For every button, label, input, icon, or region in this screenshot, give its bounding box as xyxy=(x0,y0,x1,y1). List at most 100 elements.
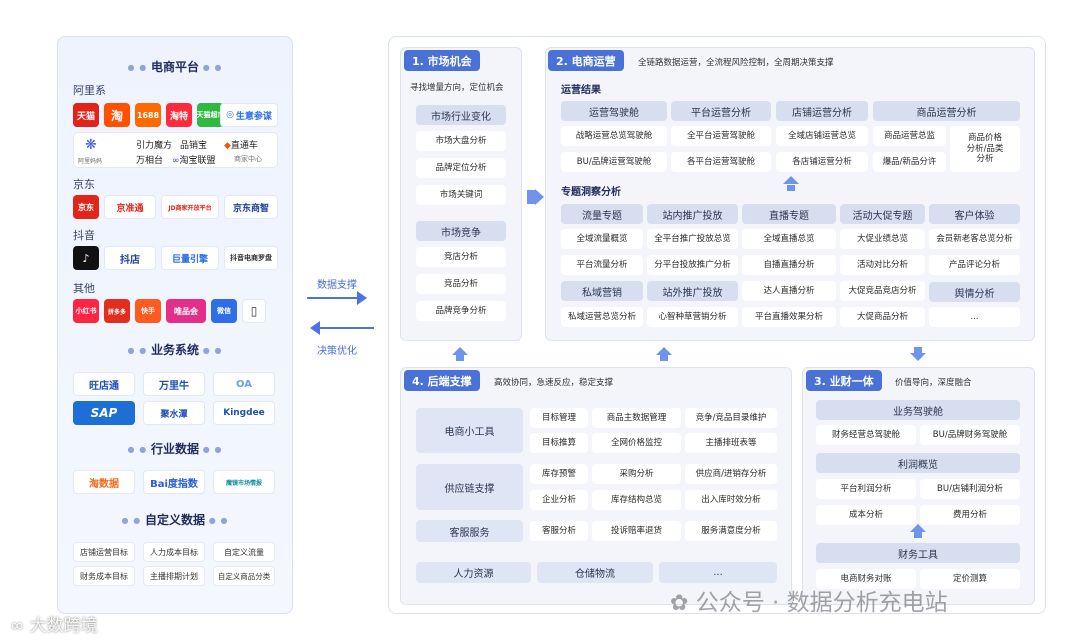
insight-cell: 产品评论分析 xyxy=(929,255,1020,275)
backend-cell: 企业分析 xyxy=(530,490,588,510)
competition-item: 品牌竞争分析 xyxy=(416,301,506,321)
ecommerce-title: ● ● 电商平台 ● ● xyxy=(127,60,223,74)
competition-item: 竞店分析 xyxy=(416,247,506,267)
down-arrow-icon xyxy=(910,353,926,361)
pinduoduo-logo: 拼多多 xyxy=(104,299,130,323)
market-competition-header: 市场竞争 xyxy=(416,221,506,241)
results-header: 平台运营分析 xyxy=(671,101,771,121)
insight-cell: 平台流量分析 xyxy=(561,255,643,275)
baidu-index-logo: Bai度指数 xyxy=(143,470,205,494)
jingzhuntong-logo: 京准通 xyxy=(104,195,156,219)
up-arrow-icon xyxy=(910,524,926,532)
insight-cell: 大促商品分析 xyxy=(840,307,925,327)
finance-header: 业务驾驶舱 xyxy=(816,400,1020,420)
results-header: 商品运营分析 xyxy=(873,101,1020,121)
alimama-icon: ❋ xyxy=(85,137,97,153)
market-opportunity-tag: 1. 市场机会 xyxy=(404,50,480,71)
shengyicanmou-logo: ◎ 生意参谋 xyxy=(220,103,278,127)
insight-cell: 活动对比分析 xyxy=(840,255,925,275)
backend-cell: 投诉赔率退货 xyxy=(592,521,681,541)
up-arrow-stem xyxy=(660,355,668,361)
flow-arrow-right-icon xyxy=(535,189,544,205)
custom-chip: 主播排期计划 xyxy=(143,566,205,586)
finance-cell: 财务经营总驾驶舱 xyxy=(816,425,916,445)
zhitongche: ◆直通车 xyxy=(224,141,258,151)
finance-cell: 平台利润分析 xyxy=(816,479,916,499)
industry-data-title: ● ● 行业数据 ● ● xyxy=(127,442,223,456)
backend-cell: 竞争/竞品目录维护 xyxy=(685,408,777,428)
yinli-mofang: 引力魔方 xyxy=(136,141,173,151)
biz-system-title: ● ● 业务系统 ● ● xyxy=(127,343,223,357)
jd-logo: 京东 xyxy=(73,195,99,219)
backend-cell: 客服分析 xyxy=(530,521,588,541)
decision-optimize-label: 决策优化 xyxy=(317,346,357,357)
insight-cell: 全域流量概览 xyxy=(561,229,643,249)
insight-header: 直播专题 xyxy=(742,204,836,224)
results-cell: 各平台运营驾驶舱 xyxy=(671,152,771,172)
insight-header: 活动大促专题 xyxy=(840,204,925,224)
results-cell: 全域店铺运营总览 xyxy=(776,126,868,146)
custom-chip: 自定义商品分类 xyxy=(213,566,275,586)
ecommerce-tools-label: 电商小工具 xyxy=(416,408,523,453)
up-arrow-icon xyxy=(783,176,799,184)
douyin-luopan-logo: 抖音电商罗盘 xyxy=(224,246,278,270)
finance-cell: 成本分析 xyxy=(816,505,916,525)
corner-watermark: ∞ 大数跨境 xyxy=(10,616,98,636)
wanxiangtai: 万相台 xyxy=(136,156,164,166)
insight-cell: 私域运营总览分析 xyxy=(561,307,643,327)
backend-cell: 库存预警 xyxy=(530,464,588,484)
finance-cell: BU/品牌财务驾驶舱 xyxy=(920,425,1020,445)
insight-cell: 全域直播总览 xyxy=(742,229,836,249)
douyin-logo: ♪抖音 xyxy=(73,246,99,270)
backend-cell: 服务满意度分析 xyxy=(685,521,777,541)
backend-cell: 库存结构总览 xyxy=(592,490,681,510)
pinxiaobao: 品销宝 xyxy=(180,141,208,151)
backend-cell: 目标管理 xyxy=(530,408,588,428)
mojing-logo: 魔镜市场情报 xyxy=(213,470,275,494)
finance-header: 财务工具 xyxy=(816,543,1020,563)
other-label: 其他 xyxy=(73,282,95,295)
wechat-watermark: ✿ 公众号 · 数据分析充电站 xyxy=(670,590,948,616)
backend-support-desc: 高效协同，急速反应，稳定支撑 xyxy=(494,378,614,388)
insight-cell: 全平台推广投放总览 xyxy=(647,229,738,249)
backend-cell: 供应商/进销存分析 xyxy=(685,464,777,484)
custom-chip: 财务成本目标 xyxy=(73,566,135,586)
right-arrow-icon xyxy=(357,291,367,305)
up-arrow-stem xyxy=(914,532,922,538)
market-item: 品牌定位分析 xyxy=(416,158,506,178)
insight-header: 舆情分析 xyxy=(929,282,1020,302)
price-category-cell: 商品价格 分析/品类 分析 xyxy=(950,126,1020,172)
insight-header: 私域营销 xyxy=(561,281,643,301)
more-label: ... xyxy=(659,562,777,583)
oa-logo: OA xyxy=(213,372,275,396)
competition-item: 竞品分析 xyxy=(416,274,506,294)
shangjia-zhongxin: 商家中心 xyxy=(234,155,262,163)
insight-cell: 分平台投放推广分析 xyxy=(647,255,738,275)
right-arrow-line xyxy=(307,297,361,299)
insight-title: 专题洞察分析 xyxy=(561,187,621,198)
insight-header: 流量专题 xyxy=(561,204,643,224)
finance-cell: 费用分析 xyxy=(920,505,1020,525)
insight-cell: 大促竞品竞店分析 xyxy=(840,281,925,301)
insight-header: 客户体验 xyxy=(929,204,1020,224)
wangdiantong-logo: 旺店通 xyxy=(73,372,135,396)
taoshuju-logo: 淘数据 xyxy=(73,470,135,494)
doudian-logo: 抖店 xyxy=(104,246,156,270)
tmall-logo: 天猫 xyxy=(73,103,99,127)
customer-service-label: 客服服务 xyxy=(416,520,523,542)
left-arrow-line xyxy=(320,327,374,329)
juliang-yinqing-logo: 巨量引擎 xyxy=(161,246,219,270)
insight-cell: ... xyxy=(929,307,1020,327)
jd-shangzhi-logo: 京东商智 xyxy=(224,195,278,219)
kuaishou-logo: 快手 xyxy=(135,299,161,323)
insight-header: 站内推广投放 xyxy=(647,204,738,224)
warehouse-label: 仓储物流 xyxy=(537,562,653,583)
wanliniu-logo: 万里牛 xyxy=(143,372,205,396)
jd-open-platform-logo: JD商家开放平台 xyxy=(161,195,219,219)
results-header: 店铺运营分析 xyxy=(776,101,868,121)
data-support-label: 数据支撑 xyxy=(317,280,357,291)
insight-cell: 会员新老客总览分析 xyxy=(929,229,1020,249)
insight-cell: 达人直播分析 xyxy=(742,281,836,301)
taote-logo: 淘特 xyxy=(166,103,192,127)
results-header: 运营驾驶舱 xyxy=(561,101,667,121)
